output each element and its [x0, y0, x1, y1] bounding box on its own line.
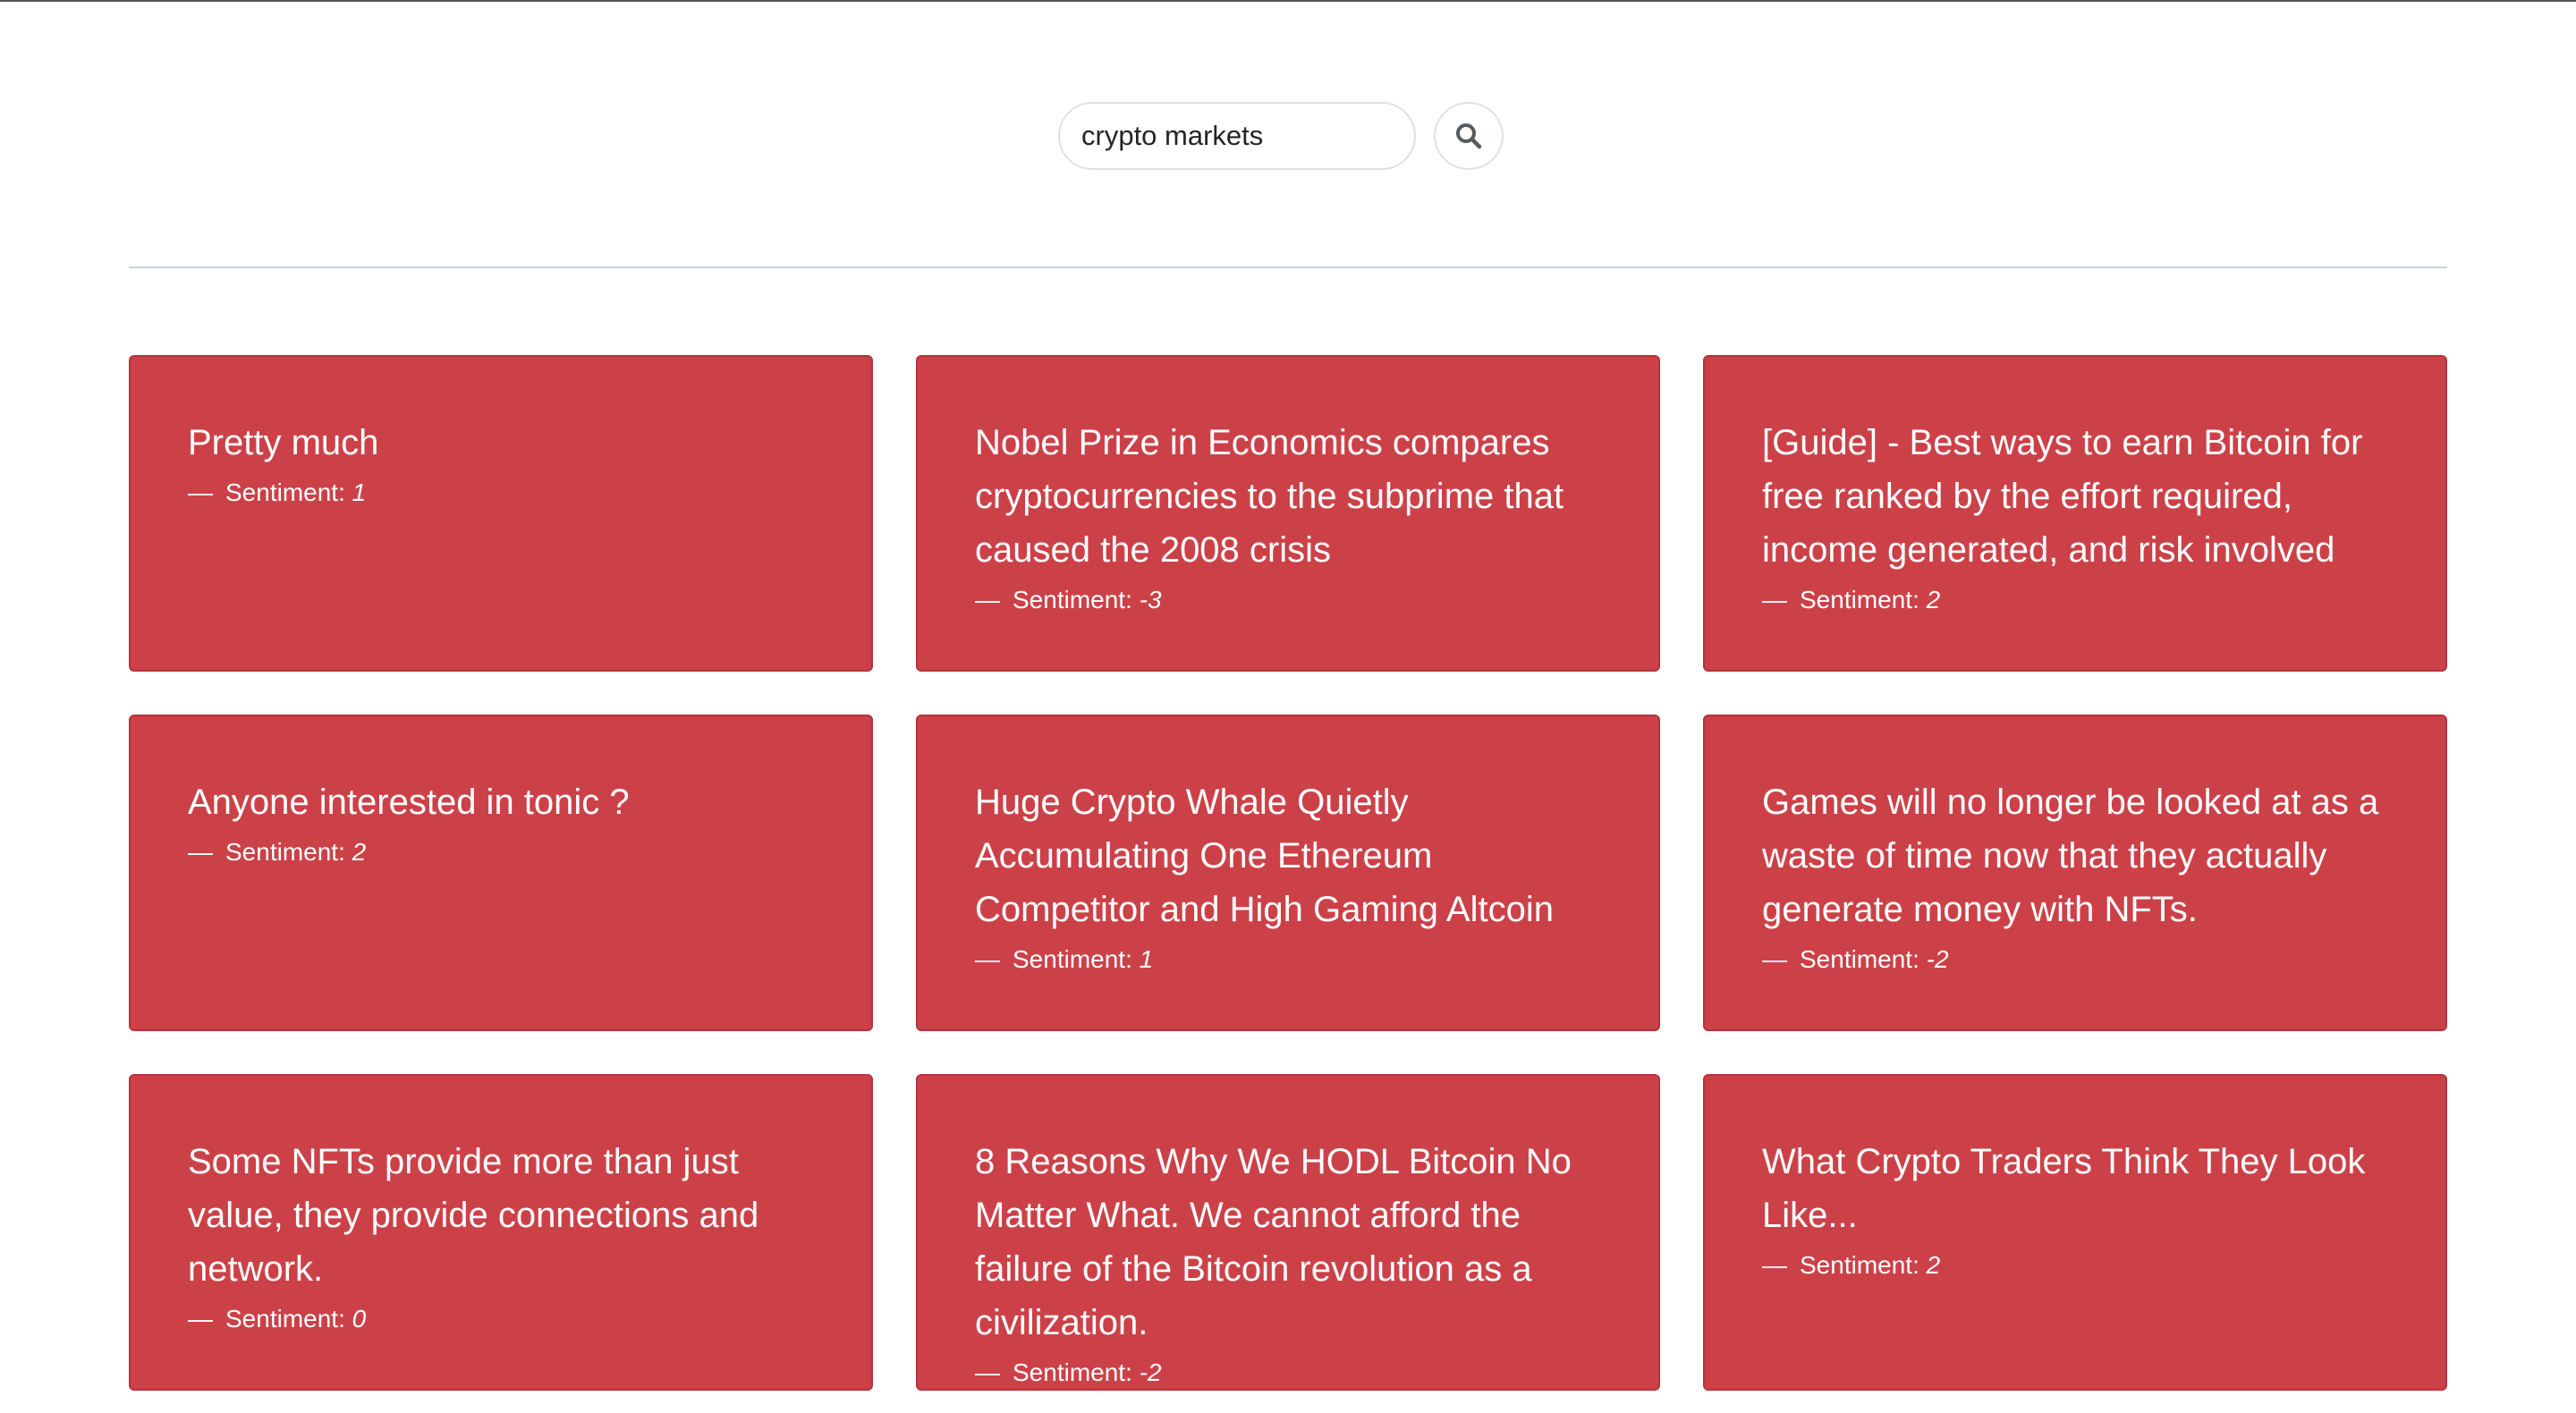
result-card[interactable]: Some NFTs provide more than just value, … — [129, 1074, 873, 1391]
result-card[interactable]: 8 Reasons Why We HODL Bitcoin No Matter … — [916, 1074, 1660, 1391]
sentiment-score: -3 — [1139, 586, 1162, 613]
search-bar — [1058, 102, 1504, 170]
result-card[interactable]: Huge Crypto Whale Quietly Accumulating O… — [916, 715, 1660, 1031]
top-border — [0, 0, 2576, 2]
card-sentiment: — Sentiment: 1 — [188, 478, 367, 506]
card-sentiment: — Sentiment: 1 — [975, 945, 1154, 973]
card-sentiment: — Sentiment: 0 — [188, 1305, 367, 1333]
result-card[interactable]: Anyone interested in tonic ? — Sentiment:… — [129, 715, 873, 1031]
result-card[interactable]: [Guide] - Best ways to earn Bitcoin for … — [1703, 355, 2447, 672]
card-title: Anyone interested in tonic ? — [188, 783, 630, 822]
result-card[interactable]: Nobel Prize in Economics compares crypto… — [916, 355, 1660, 672]
sentiment-label: Sentiment: — [225, 478, 345, 506]
sentiment-score: 2 — [1926, 586, 1941, 613]
search-icon — [1456, 123, 1482, 149]
sentiment-label: Sentiment: — [1800, 586, 1919, 613]
card-title: Some NFTs provide more than just value, … — [188, 1142, 759, 1289]
card-title: [Guide] - Best ways to earn Bitcoin for … — [1762, 423, 2363, 570]
card-title: 8 Reasons Why We HODL Bitcoin No Matter … — [975, 1142, 1572, 1342]
search-input[interactable] — [1058, 102, 1416, 170]
sentiment-score: -2 — [1926, 945, 1949, 973]
card-title: Pretty much — [188, 423, 379, 462]
card-title: Nobel Prize in Economics compares crypto… — [975, 423, 1564, 570]
sentiment-label: Sentiment: — [225, 838, 345, 866]
card-sentiment: — Sentiment: 2 — [188, 838, 367, 866]
result-card[interactable]: Games will no longer be looked at as a w… — [1703, 715, 2447, 1031]
card-title: Games will no longer be looked at as a w… — [1762, 783, 2379, 929]
card-sentiment: — Sentiment: -3 — [975, 586, 1162, 613]
card-title: What Crypto Traders Think They Look Like… — [1762, 1142, 2366, 1235]
card-sentiment: — Sentiment: -2 — [1762, 945, 1949, 973]
sentiment-label: Sentiment: — [225, 1305, 345, 1333]
sentiment-score: 2 — [352, 838, 367, 866]
sentiment-label: Sentiment: — [1013, 1358, 1132, 1386]
sentiment-score: 1 — [352, 478, 367, 506]
search-button[interactable] — [1434, 102, 1504, 170]
card-sentiment: — Sentiment: -2 — [975, 1358, 1162, 1386]
results-grid: Pretty much — Sentiment: 1 Nobel Prize in… — [129, 355, 2447, 1391]
sentiment-label: Sentiment: — [1013, 945, 1132, 973]
sentiment-label: Sentiment: — [1013, 586, 1132, 613]
result-card[interactable]: Pretty much — Sentiment: 1 — [129, 355, 873, 672]
result-card[interactable]: What Crypto Traders Think They Look Like… — [1703, 1074, 2447, 1391]
card-sentiment: — Sentiment: 2 — [1762, 586, 1941, 613]
sentiment-score: 1 — [1139, 945, 1154, 973]
section-divider — [129, 267, 2447, 268]
sentiment-score: 2 — [1926, 1251, 1941, 1279]
sentiment-label: Sentiment: — [1800, 945, 1919, 973]
card-sentiment: — Sentiment: 2 — [1762, 1251, 1941, 1279]
sentiment-score: -2 — [1139, 1358, 1162, 1386]
sentiment-label: Sentiment: — [1800, 1251, 1919, 1279]
card-title: Huge Crypto Whale Quietly Accumulating O… — [975, 783, 1554, 929]
sentiment-score: 0 — [352, 1305, 367, 1333]
